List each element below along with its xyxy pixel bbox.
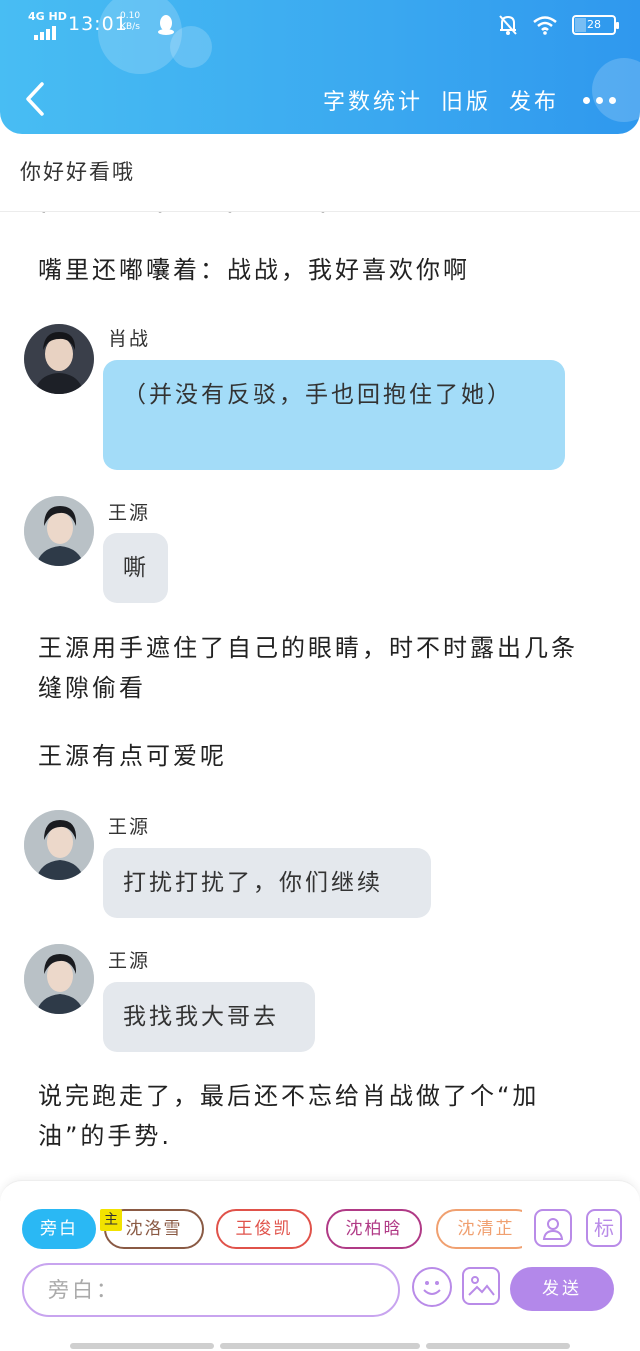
character-chips: 旁白 主 沈洛雪 王俊凯 沈柏晗 沈清芷 (22, 1209, 522, 1251)
network-type: 4G HD (28, 10, 67, 23)
more-options-icon[interactable] (583, 96, 616, 104)
story-title[interactable]: 你好好看哦 (20, 156, 135, 186)
top-header: 4G HD 13:01 0.10 KB/s 28 字数统计 旧版 发布 (0, 0, 640, 134)
image-icon (468, 1276, 495, 1296)
emoji-button[interactable] (412, 1267, 452, 1307)
net-speed-unit: KB/s (120, 22, 140, 32)
story-title-bar: 你好好看哦 (0, 134, 640, 212)
narration-line: 说完跑走了，最后还不忘给肖战做了个“加油”的手势. (38, 1082, 540, 1150)
message-input-wrapper (22, 1263, 400, 1317)
character-chip[interactable]: 沈柏晗 (326, 1209, 422, 1249)
avatar-wangyuan[interactable] (24, 944, 94, 1014)
send-button[interactable]: 发送 (510, 1267, 614, 1311)
image-button[interactable] (462, 1267, 500, 1305)
composer-bar: 旁白 主 沈洛雪 王俊凯 沈柏晗 沈清芷 标 发送 (0, 1180, 640, 1351)
qq-penguin-icon (158, 15, 174, 35)
battery-fill (575, 18, 587, 32)
speaker-name: 王源 (108, 816, 151, 838)
net-speed-value: 0.10 (120, 11, 141, 21)
signal-icon (34, 26, 56, 40)
character-chip-narrator[interactable]: 旁白 (22, 1209, 96, 1249)
cut-off-text: · · · · (40, 212, 331, 226)
avatar-wangyuan[interactable] (24, 496, 94, 566)
old-version-button[interactable]: 旧版 (441, 84, 491, 116)
portrait-image (24, 496, 94, 566)
dialogue-bubble[interactable]: 打扰打扰了，你们继续 (103, 848, 431, 918)
mute-bell-icon (499, 15, 517, 35)
main-badge: 主 (100, 1209, 122, 1231)
nav-indicator (70, 1343, 214, 1349)
mark-button[interactable]: 标 (586, 1209, 622, 1247)
portrait-image (24, 810, 94, 880)
speaker-name: 王源 (108, 950, 151, 972)
portrait-image (24, 944, 94, 1014)
status-bar: 4G HD 13:01 0.10 KB/s 28 (28, 8, 619, 42)
speaker-name: 肖战 (108, 328, 151, 350)
battery-level: 28 (587, 18, 601, 31)
narration-line: 王源用手遮住了自己的眼睛，时不时露出几条缝隙偷看 (38, 634, 578, 702)
back-arrow-icon[interactable] (20, 80, 50, 118)
dialogue-bubble[interactable]: 嘶 (103, 533, 168, 603)
nav-actions: 字数统计 旧版 发布 (323, 84, 616, 116)
narration-line: 王源有点可爱呢 (38, 742, 227, 770)
nav-indicator (426, 1343, 570, 1349)
story-content[interactable]: · · · · 嘴里还嘟囔着：战战，我好喜欢你啊 肖战 （并没有反驳，手也回抱住… (0, 212, 640, 1180)
portrait-image (24, 324, 94, 394)
character-chip[interactable]: 王俊凯 (216, 1209, 312, 1249)
smiley-icon (423, 1281, 441, 1295)
speaker-name: 王源 (108, 502, 151, 524)
add-character-button[interactable] (534, 1209, 572, 1247)
dialogue-bubble[interactable]: （并没有反驳，手也回抱住了她） (103, 360, 565, 470)
wifi-icon (533, 16, 557, 35)
battery-indicator: 28 (572, 15, 619, 35)
character-chip[interactable]: 沈清芷 (436, 1209, 522, 1249)
clock: 13:01 (68, 13, 128, 35)
avatar-wangyuan[interactable] (24, 810, 94, 880)
message-input[interactable] (48, 1275, 378, 1305)
avatar-xiaozhan[interactable] (24, 324, 94, 394)
dialogue-bubble[interactable]: 我找我大哥去 (103, 982, 315, 1052)
net-speed: 0.10 KB/s (120, 11, 140, 33)
narration-line: 嘴里还嘟囔着：战战，我好喜欢你啊 (38, 256, 470, 284)
nav-indicator (220, 1343, 420, 1349)
word-count-button[interactable]: 字数统计 (323, 84, 423, 116)
publish-button[interactable]: 发布 (509, 84, 559, 116)
person-icon (542, 1218, 564, 1240)
status-right: 28 (498, 14, 619, 36)
